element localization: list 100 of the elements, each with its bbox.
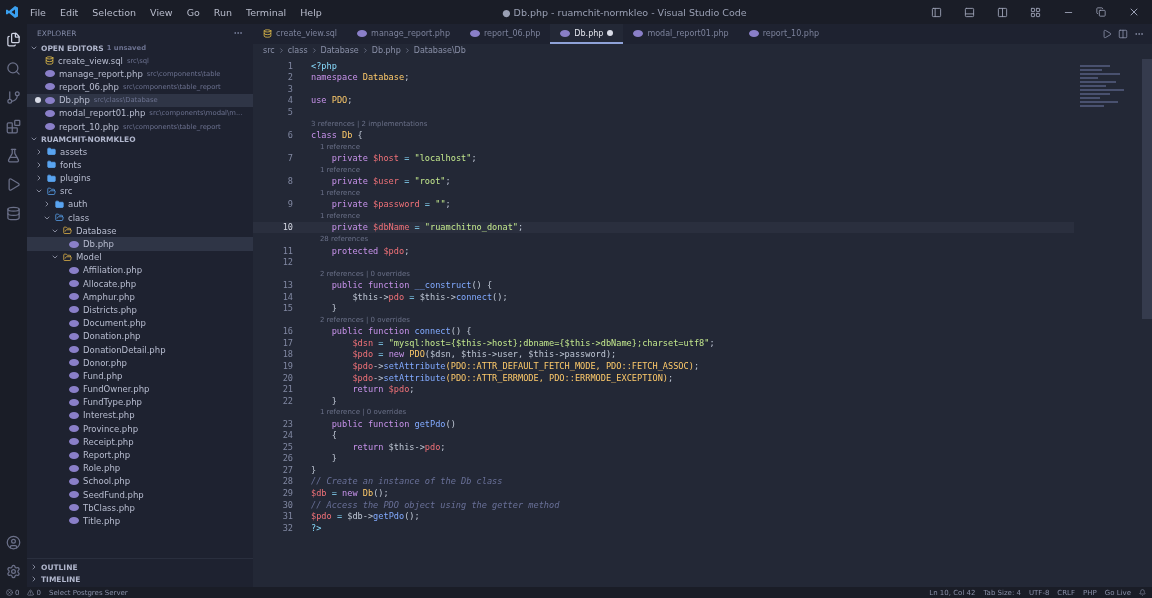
database-icon[interactable] (6, 206, 21, 221)
code-line: public function getPdo() (330, 418, 456, 429)
file-tree-item[interactable]: SeedFund.php (27, 488, 253, 502)
file-tree-item[interactable]: Interest.php (27, 408, 253, 423)
search-icon[interactable] (6, 61, 21, 76)
chevron-down-icon (30, 44, 38, 52)
code-line: $pdo->setAttribute(PDO::ATTR_DEFAULT_FETCH_MODE, PDO::FETCH_ASSOC); (351, 361, 700, 371)
folder-tree-item[interactable]: assets (27, 145, 253, 159)
line-number: 11 (281, 245, 294, 256)
file-tree-item[interactable]: Affiliation.php (27, 263, 253, 277)
editor-tab[interactable]: create_view.sql (253, 24, 348, 44)
code-line: $pdo = $db->getPdo(); (311, 511, 420, 522)
editor-tab[interactable]: report_06.php (459, 24, 551, 44)
file-tree-item[interactable]: School.php (27, 474, 253, 488)
menu-item[interactable]: Edit (57, 6, 81, 18)
php-file-icon (357, 29, 368, 37)
menu-item[interactable]: View (148, 6, 175, 18)
file-tree-item[interactable]: DonationDetail.php (27, 342, 253, 357)
layout-grid-icon[interactable] (1030, 6, 1041, 18)
tab-label: manage_report.php (371, 28, 450, 38)
run-icon[interactable] (1102, 29, 1112, 39)
file-tree-item[interactable]: FundType.php (27, 395, 253, 409)
folder-icon (55, 199, 64, 209)
folder-icon (47, 186, 56, 196)
folder-tree-item[interactable]: Model (27, 250, 253, 264)
line-number: 2 (286, 72, 294, 83)
split-editor-icon[interactable] (1118, 29, 1128, 39)
file-tree-item[interactable]: Districts.php (27, 303, 253, 317)
line-number: 19 (281, 361, 294, 371)
file-tree-item[interactable]: Province.php (27, 422, 253, 436)
file-tree-item[interactable]: Fund.php (27, 369, 253, 383)
php-file-icon (69, 240, 79, 248)
code-line: } (330, 453, 337, 464)
folder-tree-item[interactable]: src (27, 184, 253, 198)
breadcrumb-item[interactable]: src (263, 46, 275, 55)
folder-tree-item[interactable]: class (27, 211, 253, 225)
code-line: private $password = ""; (330, 199, 451, 210)
menu-item[interactable]: File (28, 6, 48, 18)
line-number: 14 (281, 291, 294, 302)
toggle-sidebar-icon[interactable] (931, 6, 942, 18)
file-tree-item[interactable]: Amphur.php (27, 290, 253, 304)
play-icon[interactable] (6, 177, 21, 192)
file-name: create_view.sql (58, 55, 123, 66)
settings-icon[interactable] (6, 564, 21, 579)
tab-label: create_view.sql (276, 28, 338, 38)
code-line: private $host = "localhost"; (330, 153, 477, 164)
editor-tab[interactable]: Db.php (550, 24, 624, 44)
breadcrumb-item[interactable]: Database (320, 46, 359, 55)
file-tree-item[interactable]: Role.php (27, 461, 253, 475)
line-number: 29 (281, 488, 294, 498)
file-tree-item[interactable]: Document.php (27, 316, 253, 330)
breadcrumb-item[interactable]: class (287, 46, 308, 55)
file-tree-item[interactable]: Db.php (27, 237, 253, 251)
editor-tab[interactable]: report_10.php (738, 24, 830, 44)
folder-tree-item[interactable]: auth (27, 197, 253, 212)
editor-tab[interactable]: modal_report01.php (623, 24, 739, 44)
menu-item[interactable]: Run (211, 6, 235, 18)
menu-item[interactable]: Selection (90, 6, 139, 18)
account-icon[interactable] (6, 535, 21, 550)
line-number: 3 (286, 83, 294, 94)
file-tree-item[interactable]: FundOwner.php (27, 382, 253, 396)
notification-icon[interactable] (1139, 589, 1146, 596)
restore-icon[interactable] (1096, 7, 1106, 17)
file-tree-item[interactable]: Title.php (27, 514, 253, 528)
branch-icon[interactable] (6, 90, 21, 105)
file-tree-item[interactable]: TbClass.php (27, 501, 253, 515)
file-name: Db.php (59, 95, 90, 106)
folder-tree-item[interactable]: fonts (27, 158, 253, 172)
chevron-right-icon (43, 200, 51, 209)
file-tree-item[interactable]: Allocate.php (27, 277, 253, 291)
file-tree-item[interactable]: Receipt.php (27, 435, 253, 449)
file-tree-item[interactable]: Donor.php (27, 356, 253, 370)
split-layout-icon[interactable] (997, 6, 1008, 18)
breadcrumb-item[interactable]: Database\Db (413, 46, 466, 55)
editor-tab[interactable]: manage_report.php (347, 24, 460, 44)
folder-tree-item[interactable]: plugins (27, 171, 253, 185)
code-line: public function __construct() { (330, 280, 493, 291)
code-line: $pdo = new PDO($dsn, $this->user, $this->password); (351, 349, 617, 360)
file-tree-item[interactable]: Report.php (27, 448, 253, 462)
line-number: 22 (281, 395, 294, 406)
folder-icon (63, 252, 72, 262)
menu-item[interactable]: Go (184, 6, 202, 18)
close-icon[interactable] (1128, 6, 1140, 18)
line-number: 27 (281, 464, 294, 475)
folder-tree-item[interactable]: Database (27, 224, 253, 238)
line-number: 13 (281, 280, 294, 291)
extensions-icon[interactable] (6, 119, 21, 134)
tab-label: report_06.php (483, 28, 541, 38)
code-line: private $user = "root"; (330, 176, 451, 187)
tab-label: Db.php (574, 28, 604, 38)
files-icon[interactable] (6, 32, 21, 47)
code-line: $pdo->setAttribute(PDO::ATTR_ERRMODE, PDO::ERRMODE_EXCEPTION); (351, 372, 674, 383)
code-line: use PDO; (311, 95, 353, 106)
file-tree-item[interactable]: Donation.php (27, 329, 253, 343)
breadcrumb-item[interactable]: Db.php (371, 46, 401, 55)
file-name: report_10.php (59, 121, 119, 132)
flask-icon[interactable] (6, 148, 21, 163)
menu-item[interactable]: Terminal (244, 6, 289, 18)
toggle-panel-icon[interactable] (964, 6, 975, 18)
menu-item[interactable]: Help (298, 6, 324, 18)
